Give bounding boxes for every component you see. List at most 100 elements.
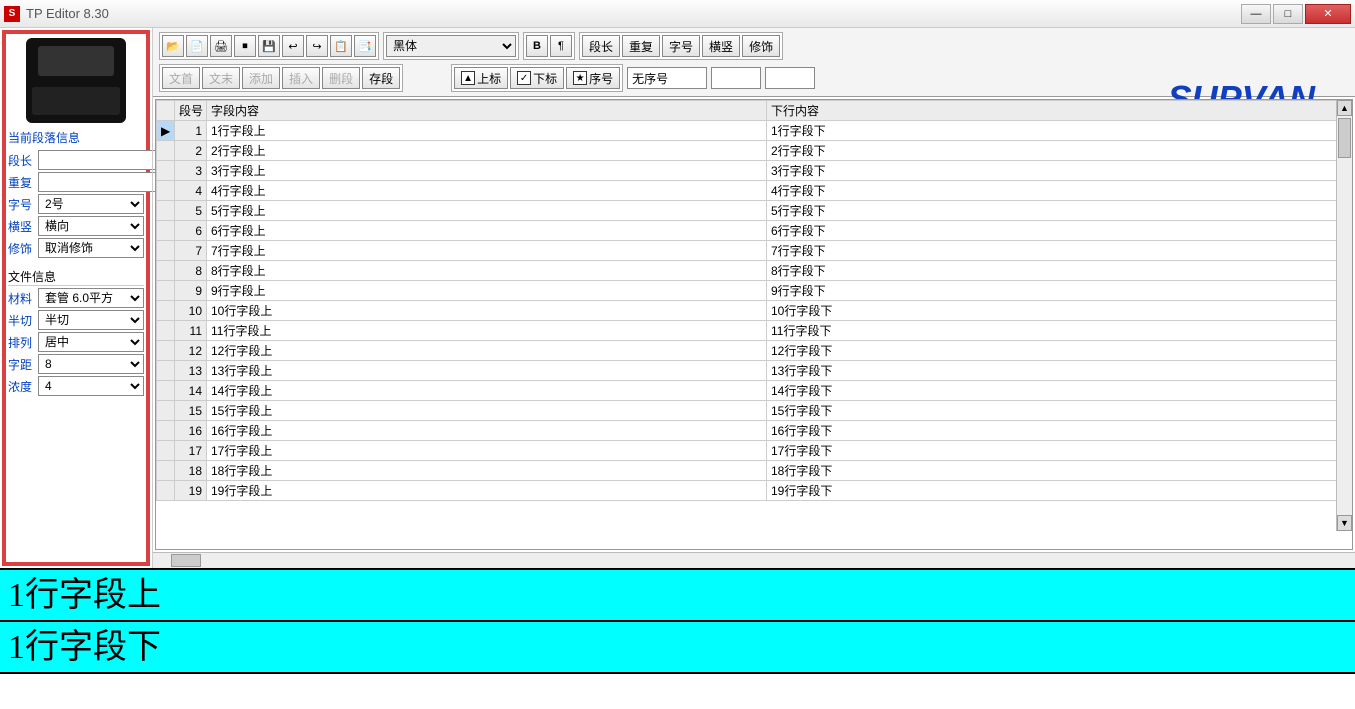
table-row[interactable]: 1717行字段上17行字段下 <box>157 441 1352 461</box>
row-marker[interactable] <box>157 221 175 241</box>
toolbar-icon-7[interactable]: 📋 <box>330 35 352 57</box>
cell-segment[interactable]: 13行字段上 <box>207 361 767 381</box>
horizontal-scrollbar[interactable] <box>153 552 1355 568</box>
row-marker[interactable]: ▶ <box>157 121 175 141</box>
bold-button[interactable]: B <box>526 35 548 57</box>
cell-lower[interactable]: 8行字段下 <box>767 261 1352 281</box>
prop-input-排列[interactable]: 居中 <box>38 332 144 352</box>
cell-lower[interactable]: 3行字段下 <box>767 161 1352 181</box>
format-button-段长[interactable]: 段长 <box>582 35 620 57</box>
prop-input-材料[interactable]: 套管 6.0平方 <box>38 288 144 308</box>
cell-segment[interactable]: 3行字段上 <box>207 161 767 181</box>
table-row[interactable]: 1111行字段上11行字段下 <box>157 321 1352 341</box>
table-row[interactable]: 66行字段上6行字段下 <box>157 221 1352 241</box>
cell-lower[interactable]: 5行字段下 <box>767 201 1352 221</box>
cell-lower[interactable]: 17行字段下 <box>767 441 1352 461</box>
table-row[interactable]: 99行字段上9行字段下 <box>157 281 1352 301</box>
close-button[interactable]: ✕ <box>1305 4 1351 24</box>
row-marker[interactable] <box>157 461 175 481</box>
cell-lower[interactable]: 16行字段下 <box>767 421 1352 441</box>
vertical-scrollbar[interactable]: ▲ ▼ <box>1336 100 1352 531</box>
prop-input-字距[interactable]: 8 <box>38 354 144 374</box>
cell-segment[interactable]: 17行字段上 <box>207 441 767 461</box>
row-marker[interactable] <box>157 341 175 361</box>
row-marker[interactable] <box>157 181 175 201</box>
cell-lower[interactable]: 7行字段下 <box>767 241 1352 261</box>
cell-segment[interactable]: 5行字段上 <box>207 201 767 221</box>
minimize-button[interactable]: — <box>1241 4 1271 24</box>
cell-lower[interactable]: 19行字段下 <box>767 481 1352 501</box>
table-row[interactable]: 1313行字段上13行字段下 <box>157 361 1352 381</box>
prop-input-修饰[interactable]: 取消修饰 <box>38 238 144 258</box>
cell-segment[interactable]: 6行字段上 <box>207 221 767 241</box>
toolbar-icon-4[interactable]: 💾 <box>258 35 280 57</box>
table-row[interactable]: 1919行字段上19行字段下 <box>157 481 1352 501</box>
toolbar-icon-1[interactable]: 📄 <box>186 35 208 57</box>
toolbar-icon-2[interactable]: 🖨 <box>210 35 232 57</box>
data-grid[interactable]: 段号 字段内容 下行内容 ▶11行字段上1行字段下22行字段上2行字段下33行字… <box>155 99 1353 550</box>
table-row[interactable]: 55行字段上5行字段下 <box>157 201 1352 221</box>
sequence-button[interactable]: ★序号 <box>566 67 620 89</box>
table-row[interactable]: 1818行字段上18行字段下 <box>157 461 1352 481</box>
row-marker[interactable] <box>157 321 175 341</box>
font-select[interactable]: 黑体 <box>386 35 516 57</box>
toolbar-icon-6[interactable]: ↪ <box>306 35 328 57</box>
row-marker[interactable] <box>157 241 175 261</box>
maximize-button[interactable]: □ <box>1273 4 1303 24</box>
scroll-down-icon[interactable]: ▼ <box>1337 515 1352 531</box>
cell-lower[interactable]: 4行字段下 <box>767 181 1352 201</box>
subscript-button[interactable]: ✓下标 <box>510 67 564 89</box>
cell-lower[interactable]: 2行字段下 <box>767 141 1352 161</box>
cell-lower[interactable]: 18行字段下 <box>767 461 1352 481</box>
toolbar-icon-5[interactable]: ↩ <box>282 35 304 57</box>
toolbar-icon-3[interactable]: ⏹ <box>234 35 256 57</box>
prop-input-半切[interactable]: 半切 <box>38 310 144 330</box>
extra-input-1[interactable] <box>711 67 761 89</box>
row-marker[interactable] <box>157 281 175 301</box>
cell-segment[interactable]: 18行字段上 <box>207 461 767 481</box>
prop-input-浓度[interactable]: 4 <box>38 376 144 396</box>
paragraph-mark-button[interactable]: ¶ <box>550 35 572 57</box>
table-row[interactable]: 33行字段上3行字段下 <box>157 161 1352 181</box>
cell-segment[interactable]: 11行字段上 <box>207 321 767 341</box>
format-button-横竖[interactable]: 横竖 <box>702 35 740 57</box>
cell-segment[interactable]: 15行字段上 <box>207 401 767 421</box>
row-marker[interactable] <box>157 141 175 161</box>
prop-input-字号[interactable]: 2号 <box>38 194 144 214</box>
prop-input-横竖[interactable]: 横向 <box>38 216 144 236</box>
cell-lower[interactable]: 6行字段下 <box>767 221 1352 241</box>
extra-input-2[interactable] <box>765 67 815 89</box>
cell-lower[interactable]: 13行字段下 <box>767 361 1352 381</box>
cell-segment[interactable]: 12行字段上 <box>207 341 767 361</box>
cell-segment[interactable]: 2行字段上 <box>207 141 767 161</box>
format-button-修饰[interactable]: 修饰 <box>742 35 780 57</box>
col-lower[interactable]: 下行内容 <box>767 101 1352 121</box>
cell-segment[interactable]: 7行字段上 <box>207 241 767 261</box>
row-marker[interactable] <box>157 201 175 221</box>
toolbar-icon-8[interactable]: 📑 <box>354 35 376 57</box>
table-row[interactable]: 22行字段上2行字段下 <box>157 141 1352 161</box>
table-row[interactable]: 1515行字段上15行字段下 <box>157 401 1352 421</box>
sequence-input[interactable] <box>627 67 707 89</box>
table-row[interactable]: 77行字段上7行字段下 <box>157 241 1352 261</box>
cell-lower[interactable]: 15行字段下 <box>767 401 1352 421</box>
cell-segment[interactable]: 16行字段上 <box>207 421 767 441</box>
table-row[interactable]: 1616行字段上16行字段下 <box>157 421 1352 441</box>
cell-lower[interactable]: 11行字段下 <box>767 321 1352 341</box>
cell-segment[interactable]: 10行字段上 <box>207 301 767 321</box>
table-row[interactable]: 44行字段上4行字段下 <box>157 181 1352 201</box>
row-marker[interactable] <box>157 301 175 321</box>
superscript-button[interactable]: ▲上标 <box>454 67 508 89</box>
row-marker[interactable] <box>157 381 175 401</box>
scroll-up-icon[interactable]: ▲ <box>1337 100 1352 116</box>
table-row[interactable]: 1212行字段上12行字段下 <box>157 341 1352 361</box>
row-marker[interactable] <box>157 421 175 441</box>
row-marker[interactable] <box>157 441 175 461</box>
format-button-字号[interactable]: 字号 <box>662 35 700 57</box>
cell-segment[interactable]: 14行字段上 <box>207 381 767 401</box>
cell-lower[interactable]: 12行字段下 <box>767 341 1352 361</box>
table-row[interactable]: 88行字段上8行字段下 <box>157 261 1352 281</box>
row-marker[interactable] <box>157 261 175 281</box>
cell-segment[interactable]: 9行字段上 <box>207 281 767 301</box>
table-row[interactable]: 1414行字段上14行字段下 <box>157 381 1352 401</box>
